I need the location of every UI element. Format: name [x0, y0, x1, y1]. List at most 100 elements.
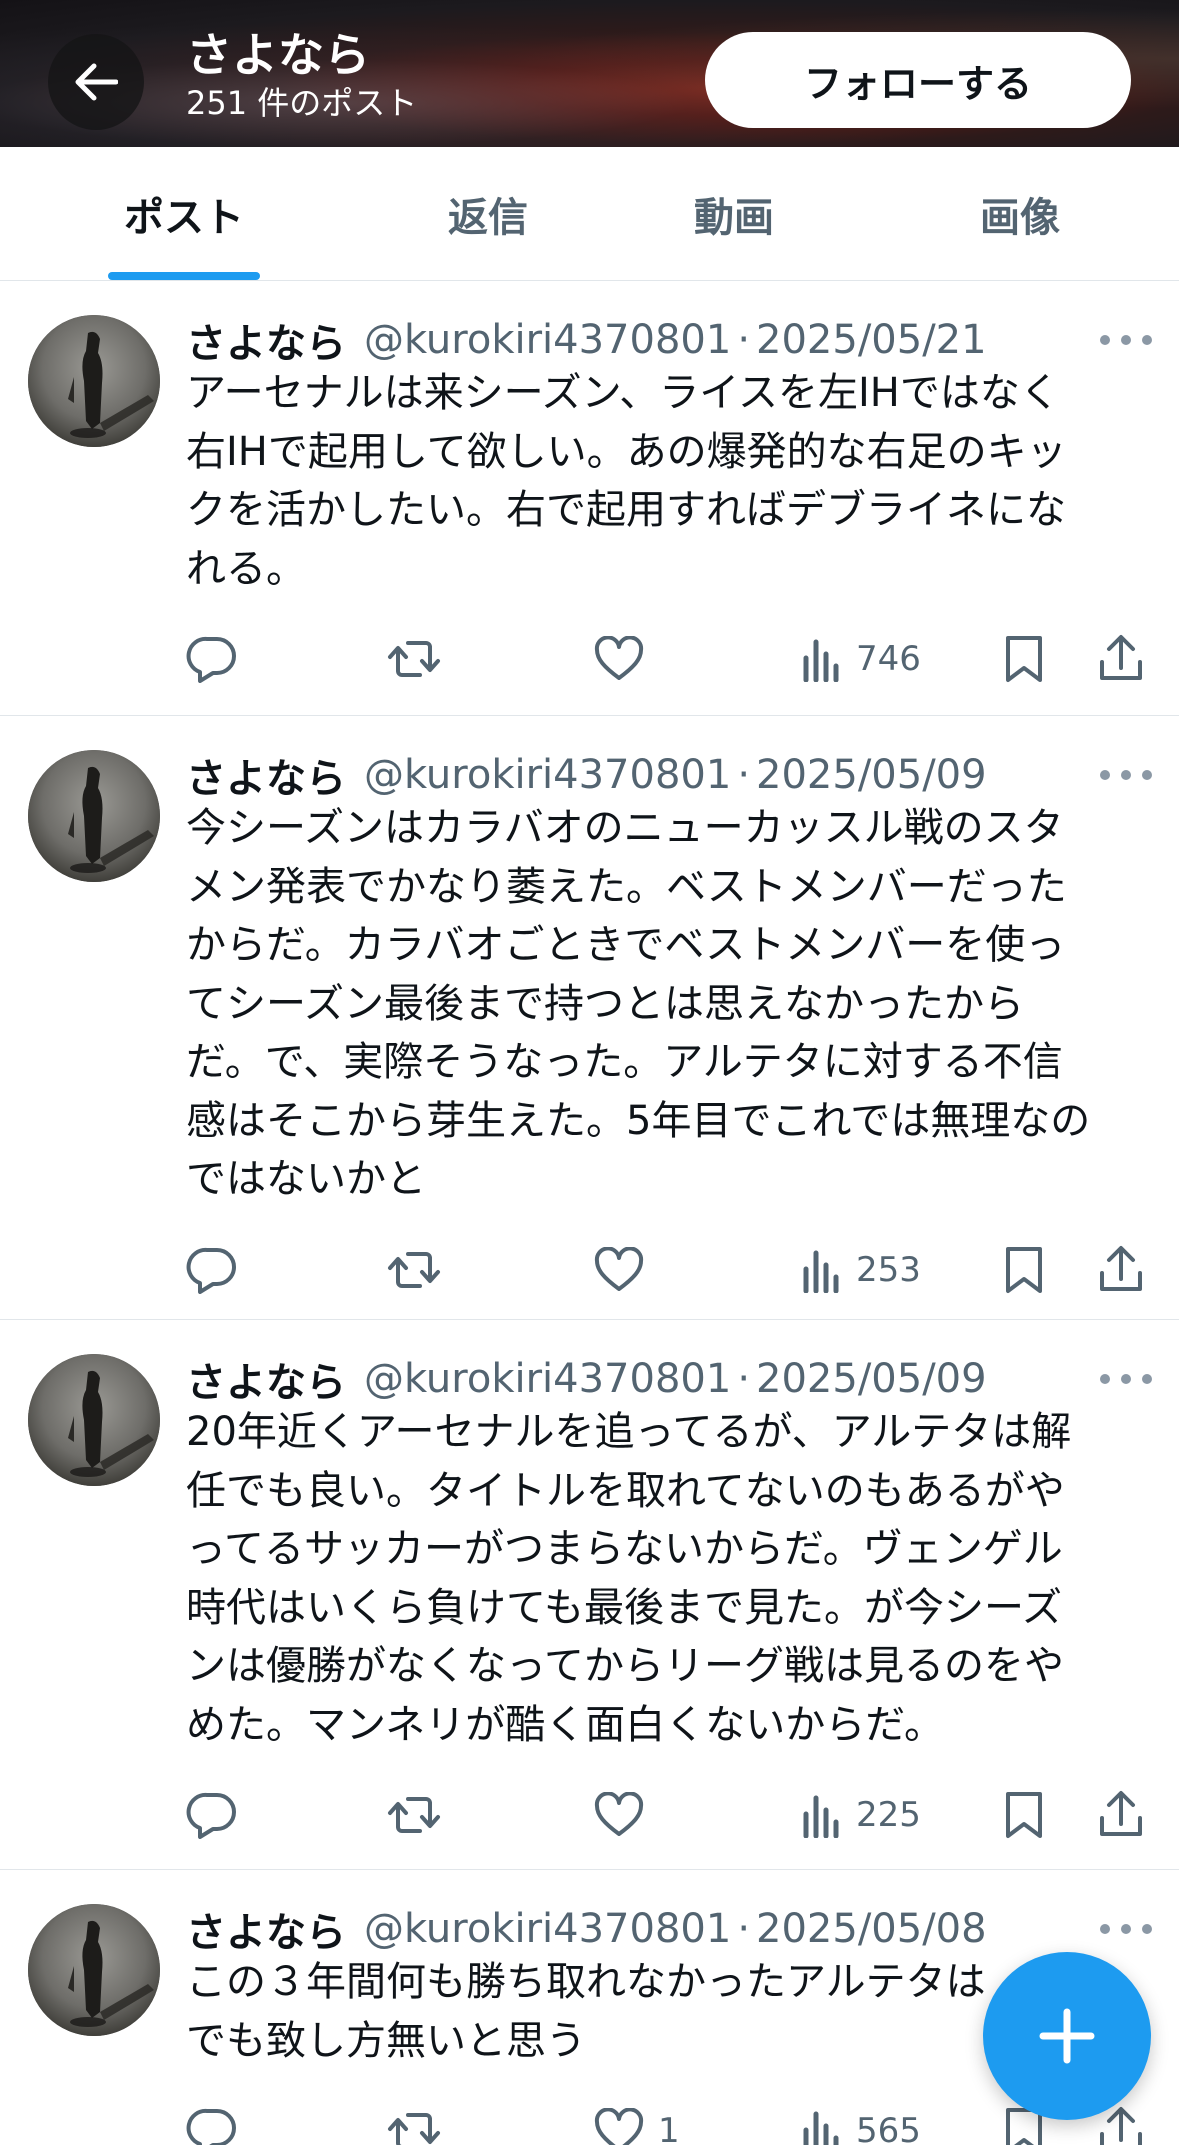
views-icon: [803, 1795, 839, 1838]
like-button[interactable]: 1: [594, 2101, 680, 2145]
share-icon: [1100, 635, 1142, 680]
avatar[interactable]: [28, 1354, 160, 1486]
like-button[interactable]: [594, 629, 658, 689]
author-name[interactable]: さよなら: [186, 746, 346, 804]
post-header: さよなら @kurokiri4370801 · 2025/05/21: [186, 312, 987, 368]
profile-tabs: ポスト 返信 動画 画像: [0, 147, 1179, 281]
reply-icon: [186, 1792, 236, 1839]
reply-button[interactable]: [186, 629, 238, 689]
tab-videos[interactable]: 動画: [654, 147, 814, 281]
back-button[interactable]: [48, 34, 144, 130]
view-count: 253: [856, 1249, 921, 1290]
like-button[interactable]: [594, 1240, 658, 1300]
author-handle[interactable]: @kurokiri4370801: [364, 1906, 731, 1952]
avatar-image: [28, 1354, 160, 1486]
post-actions: 1 565: [0, 2101, 1179, 2145]
avatar[interactable]: [28, 750, 160, 882]
post-text: アーセナルは来シーズン、ライスを左IHではなく 右IHで起用して欲しい。あの爆発的…: [186, 364, 1146, 598]
share-button[interactable]: [1098, 1785, 1144, 1845]
post-text-line: ではないかと: [186, 1156, 426, 1202]
share-button[interactable]: [1098, 629, 1144, 689]
repost-icon: [388, 1251, 440, 1288]
repost-button[interactable]: [386, 629, 442, 689]
bookmark-button[interactable]: [1004, 629, 1044, 689]
separator-dot: ·: [737, 1906, 751, 1952]
post-date[interactable]: 2025/05/21: [756, 317, 987, 363]
post[interactable]: さよなら @kurokiri4370801 · 2025/05/09 20年近く…: [0, 1320, 1179, 1870]
post-actions: 253: [0, 1240, 1179, 1300]
repost-button[interactable]: [386, 1240, 442, 1300]
post-text-line: からだ。カラバオごときでベストメンバーを使っ: [186, 922, 1066, 968]
repost-button[interactable]: [386, 2101, 442, 2145]
reply-button[interactable]: [186, 1785, 238, 1845]
views-button[interactable]: 746: [802, 629, 921, 689]
post-header: さよなら @kurokiri4370801 · 2025/05/09: [186, 747, 987, 803]
more-icon[interactable]: [1100, 765, 1152, 785]
view-count: 225: [856, 1795, 921, 1835]
author-name[interactable]: さよなら: [186, 1350, 346, 1408]
bookmark-button[interactable]: [1004, 1240, 1044, 1300]
view-count: 746: [856, 639, 921, 679]
author-name[interactable]: さよなら: [186, 311, 346, 369]
author-handle[interactable]: @kurokiri4370801: [364, 1356, 731, 1402]
author-handle[interactable]: @kurokiri4370801: [364, 317, 731, 363]
post-text: 今シーズンはカラバオのニューカッスル戦のスタ メン発表でかなり萎えた。ベストメンバ…: [186, 799, 1146, 1209]
like-icon: [594, 1246, 644, 1291]
follow-button[interactable]: フォローする: [705, 32, 1131, 128]
share-button[interactable]: [1098, 1240, 1144, 1300]
share-icon: [1100, 1245, 1142, 1291]
like-icon: [594, 1792, 644, 1836]
post-text-line: 任でも良い。タイトルを取れてないのもあるがや: [186, 1467, 1065, 1514]
post-date[interactable]: 2025/05/09: [756, 752, 987, 798]
like-button[interactable]: [594, 1785, 658, 1845]
author-name[interactable]: さよなら: [186, 1900, 346, 1958]
compose-button[interactable]: [983, 1952, 1151, 2120]
more-icon[interactable]: [1100, 1369, 1152, 1389]
bookmark-icon: [1006, 1792, 1042, 1838]
repost-icon: [388, 2113, 440, 2145]
tab-images[interactable]: 画像: [940, 147, 1100, 281]
like-icon: [594, 2108, 644, 2145]
active-tab-indicator: [108, 272, 260, 280]
tab-replies[interactable]: 返信: [408, 147, 568, 281]
reply-button[interactable]: [186, 2101, 238, 2145]
tab-posts[interactable]: ポスト: [104, 147, 264, 281]
post-date[interactable]: 2025/05/08: [756, 1906, 987, 1952]
post-header: さよなら @kurokiri4370801 · 2025/05/09: [186, 1351, 987, 1407]
post-text-line: ってるサッカーがつまらないからだ。ヴェンゲル: [186, 1526, 1063, 1572]
separator-dot: ·: [737, 752, 751, 798]
more-icon[interactable]: [1100, 1919, 1152, 1939]
post-text-line: アーセナルは来シーズン、ライスを左IHではなく: [186, 370, 1060, 416]
post-actions: 746: [0, 629, 1179, 689]
post[interactable]: さよなら @kurokiri4370801 · 2025/05/21 アーセナル…: [0, 281, 1179, 716]
view-count: 565: [856, 2111, 921, 2145]
views-icon: [803, 1250, 839, 1293]
views-button[interactable]: 253: [802, 1240, 921, 1300]
post-date[interactable]: 2025/05/09: [756, 1356, 987, 1402]
views-button[interactable]: 225: [802, 1785, 921, 1845]
reply-icon: [186, 636, 236, 683]
separator-dot: ·: [737, 317, 751, 363]
post-text-line: めた。マンネリが酷く面白くないからだ。: [186, 1701, 944, 1748]
post-text-line: 感はそこから芽生えた。5年目でこれでは無理なの: [186, 1097, 1091, 1144]
share-icon: [1100, 2107, 1142, 2145]
bookmark-button[interactable]: [1004, 1785, 1044, 1845]
repost-button[interactable]: [386, 1785, 442, 1845]
views-button[interactable]: 565: [802, 2101, 921, 2145]
reply-icon: [186, 1247, 236, 1294]
post-text-line: クを活かしたい。右で起用すればデブライネにな: [186, 487, 1066, 533]
post-header: さよなら @kurokiri4370801 · 2025/05/08: [186, 1901, 987, 1957]
reply-icon: [186, 2108, 236, 2145]
bookmark-icon: [1006, 1246, 1042, 1293]
author-handle[interactable]: @kurokiri4370801: [364, 752, 731, 798]
post-text-line: 右IHで起用して欲しい。あの爆発的な右足のキッ: [186, 428, 1067, 475]
reply-button[interactable]: [186, 1240, 238, 1300]
bookmark-icon: [1006, 636, 1042, 682]
post[interactable]: さよなら @kurokiri4370801 · 2025/05/09 今シーズン…: [0, 716, 1179, 1320]
back-arrow-icon: [75, 63, 118, 101]
more-icon[interactable]: [1100, 330, 1152, 350]
post-text-line: てシーズン最後まで持つとは思えなかったから: [186, 980, 1024, 1027]
avatar[interactable]: [28, 315, 160, 447]
avatar[interactable]: [28, 1904, 160, 2036]
views-icon: [803, 2111, 839, 2145]
